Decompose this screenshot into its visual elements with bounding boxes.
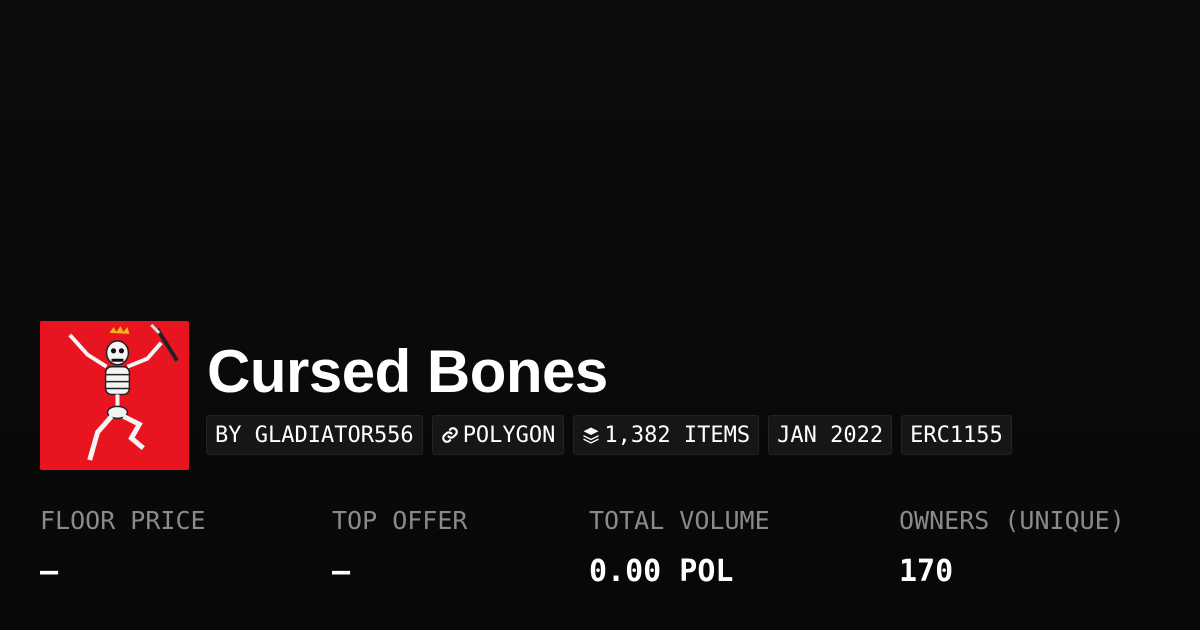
- creator-label: BY GLADIATOR556: [215, 422, 414, 448]
- stat-label: TOTAL VOLUME: [589, 506, 770, 535]
- stat-value: 0.00 POL: [589, 554, 734, 589]
- items-count-label: 1,382 ITEMS: [604, 422, 751, 448]
- token-standard-label: ERC1155: [910, 422, 1003, 448]
- chain-chip[interactable]: POLYGON: [431, 415, 565, 455]
- stat-top-offer: TOP OFFER –: [332, 505, 467, 590]
- token-standard-chip[interactable]: ERC1155: [901, 415, 1012, 455]
- stat-label: TOP OFFER: [332, 506, 468, 535]
- stat-total-volume: TOTAL VOLUME 0.00 POL: [589, 505, 770, 590]
- chain-label: POLYGON: [462, 422, 556, 448]
- collection-avatar: [40, 321, 189, 470]
- skeleton-artwork-image: [40, 321, 189, 470]
- collection-meta-chips: BY GLADIATOR556 POLYGON 1,382 ITEMS JAN …: [206, 415, 1012, 455]
- created-date-label: JAN 2022: [777, 422, 884, 448]
- stat-label: OWNERS (UNIQUE): [899, 506, 1125, 535]
- creator-chip[interactable]: BY GLADIATOR556: [206, 415, 423, 455]
- created-date-chip[interactable]: JAN 2022: [768, 415, 893, 455]
- stat-label: FLOOR PRICE: [40, 506, 206, 535]
- stack-layers-icon: [582, 426, 600, 444]
- stat-owners: OWNERS (UNIQUE) 170: [899, 505, 1125, 590]
- stat-floor-price: FLOOR PRICE –: [40, 505, 206, 590]
- stat-value: –: [40, 554, 59, 589]
- link-icon: [441, 426, 459, 444]
- stat-value: –: [332, 554, 351, 589]
- collection-title: Cursed Bones: [207, 338, 608, 405]
- items-count-chip[interactable]: 1,382 ITEMS: [573, 415, 760, 455]
- stat-value: 170: [899, 554, 954, 589]
